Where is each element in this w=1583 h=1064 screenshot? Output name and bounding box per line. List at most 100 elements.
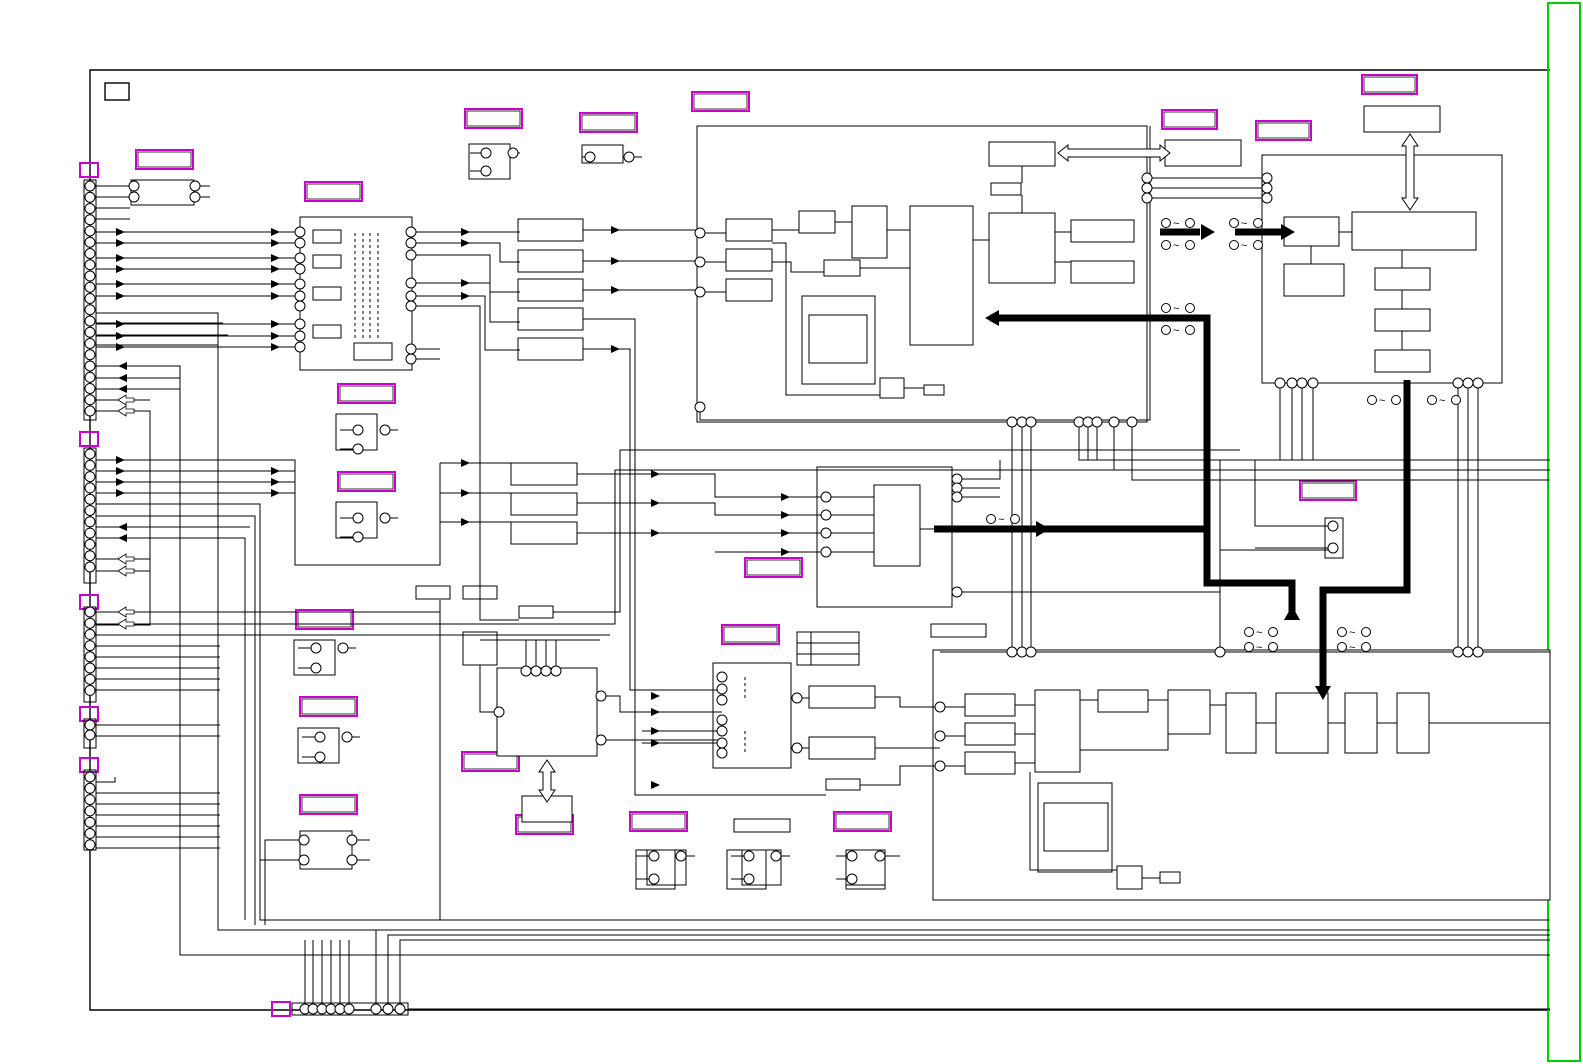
pin-27 xyxy=(694,227,706,239)
arrowhead-47 xyxy=(651,781,660,789)
block-42 xyxy=(873,484,921,567)
pin-left-c xyxy=(84,640,96,652)
pin-77 xyxy=(1327,542,1339,554)
pin-left-b xyxy=(84,471,96,483)
pin-58 xyxy=(310,642,322,654)
label-frame-21 xyxy=(79,431,99,447)
pin-left-a xyxy=(84,326,96,338)
pin-22 xyxy=(480,147,492,159)
tilde-pin-right-10 xyxy=(1268,642,1278,652)
pin-left-b xyxy=(84,561,96,573)
arrowhead-left-0 xyxy=(118,362,127,370)
block-7 xyxy=(517,218,584,242)
tilde-pin-left-4 xyxy=(1161,325,1171,335)
label-inner-2 xyxy=(466,110,521,127)
label-inner-13 xyxy=(301,796,356,813)
hollow-arrow-5 xyxy=(117,618,135,630)
arrowhead-13 xyxy=(271,280,280,288)
block-25 xyxy=(990,182,1022,196)
pin-82 xyxy=(1452,646,1464,658)
block-54 xyxy=(930,623,987,638)
pin-29 xyxy=(694,286,706,298)
block-24 xyxy=(988,141,1056,167)
arrowhead-9 xyxy=(271,228,280,236)
arrowhead-32 xyxy=(271,489,280,497)
tilde-label-7: ~ xyxy=(1439,395,1445,407)
tilde-pin-left-1 xyxy=(1229,218,1239,228)
pin-38 xyxy=(1126,416,1138,428)
label-frame-20 xyxy=(79,162,99,178)
block-17 xyxy=(851,205,888,259)
pin-87 xyxy=(540,665,552,677)
block-60 xyxy=(1097,689,1149,713)
label-inner-14 xyxy=(746,559,801,576)
pin-left-a xyxy=(84,360,96,372)
wire-168 xyxy=(387,934,1550,1003)
pin-52 xyxy=(352,424,364,436)
pin-103 xyxy=(934,760,946,772)
arrowhead-18 xyxy=(461,228,470,236)
wire-98 xyxy=(96,515,256,925)
pin-30 xyxy=(694,401,706,413)
arrowhead-0 xyxy=(116,228,125,236)
wire-169 xyxy=(399,939,1550,1003)
pin-91 xyxy=(595,734,607,746)
block-65 xyxy=(1396,692,1430,754)
label-frame-14 xyxy=(744,557,803,578)
pin-left-a xyxy=(84,383,96,394)
pin-37 xyxy=(1108,416,1120,428)
pin-left-a xyxy=(84,180,96,192)
pin-101 xyxy=(934,701,946,713)
pin-left-c xyxy=(84,606,96,618)
arrowhead-8 xyxy=(116,343,125,351)
tilde-pin-right-9 xyxy=(1268,627,1278,637)
label-frame-5 xyxy=(1161,109,1218,130)
pin-left-e xyxy=(84,828,96,839)
wire-64 xyxy=(1078,422,1550,461)
label-inner-4 xyxy=(693,93,748,110)
pin-26 xyxy=(623,151,635,163)
pin-17 xyxy=(405,277,417,289)
label-frame-13 xyxy=(299,794,358,815)
arrowhead-14 xyxy=(271,292,280,300)
arrowhead-21 xyxy=(461,292,470,300)
tilde-label-9: ~ xyxy=(1256,627,1262,639)
pin-3 xyxy=(128,191,140,203)
pin-left-a xyxy=(84,203,96,214)
arrowhead-left-2 xyxy=(118,385,127,393)
pin-10 xyxy=(294,300,306,312)
pin-left-e xyxy=(84,816,96,828)
hollow-arrow-2 xyxy=(117,553,135,565)
pin-bottom-5 xyxy=(343,1003,355,1015)
pin-left-b xyxy=(84,505,96,516)
pin-67 xyxy=(346,854,358,866)
block-5 xyxy=(312,324,342,339)
pin-23 xyxy=(480,165,492,177)
label-frame-7 xyxy=(1361,74,1418,95)
block-46 xyxy=(518,605,554,619)
label-frame-9 xyxy=(337,383,396,404)
wire-127 xyxy=(479,665,499,713)
page-edge-marker xyxy=(1547,2,1581,1062)
block-14 xyxy=(725,248,773,272)
block-diagram: ~ ~ ~ ~ ~ ~ ~ ~ ~ ~ ~ ~ ~ xyxy=(79,2,1581,1062)
pin-left-b xyxy=(84,459,96,471)
tilde-pin-right-6 xyxy=(1391,395,1401,405)
pin-62 xyxy=(314,751,326,763)
block-57 xyxy=(964,722,1016,746)
pin-13 xyxy=(294,341,306,353)
label-frame-2 xyxy=(464,108,523,129)
arrowhead-26 xyxy=(116,456,125,464)
pin-107 xyxy=(743,850,755,862)
pin-left-a xyxy=(84,394,96,406)
pin-108 xyxy=(743,873,755,885)
pin-left-a xyxy=(84,405,96,417)
wire-29 xyxy=(411,305,481,600)
pin-98 xyxy=(716,747,728,759)
pin-left-b xyxy=(84,527,96,539)
label-inner-1 xyxy=(306,183,361,200)
pin-19 xyxy=(405,300,417,312)
pin-39 xyxy=(1141,172,1153,184)
pin-49 xyxy=(1452,377,1464,389)
tilde-pin-right-3 xyxy=(1185,303,1195,313)
